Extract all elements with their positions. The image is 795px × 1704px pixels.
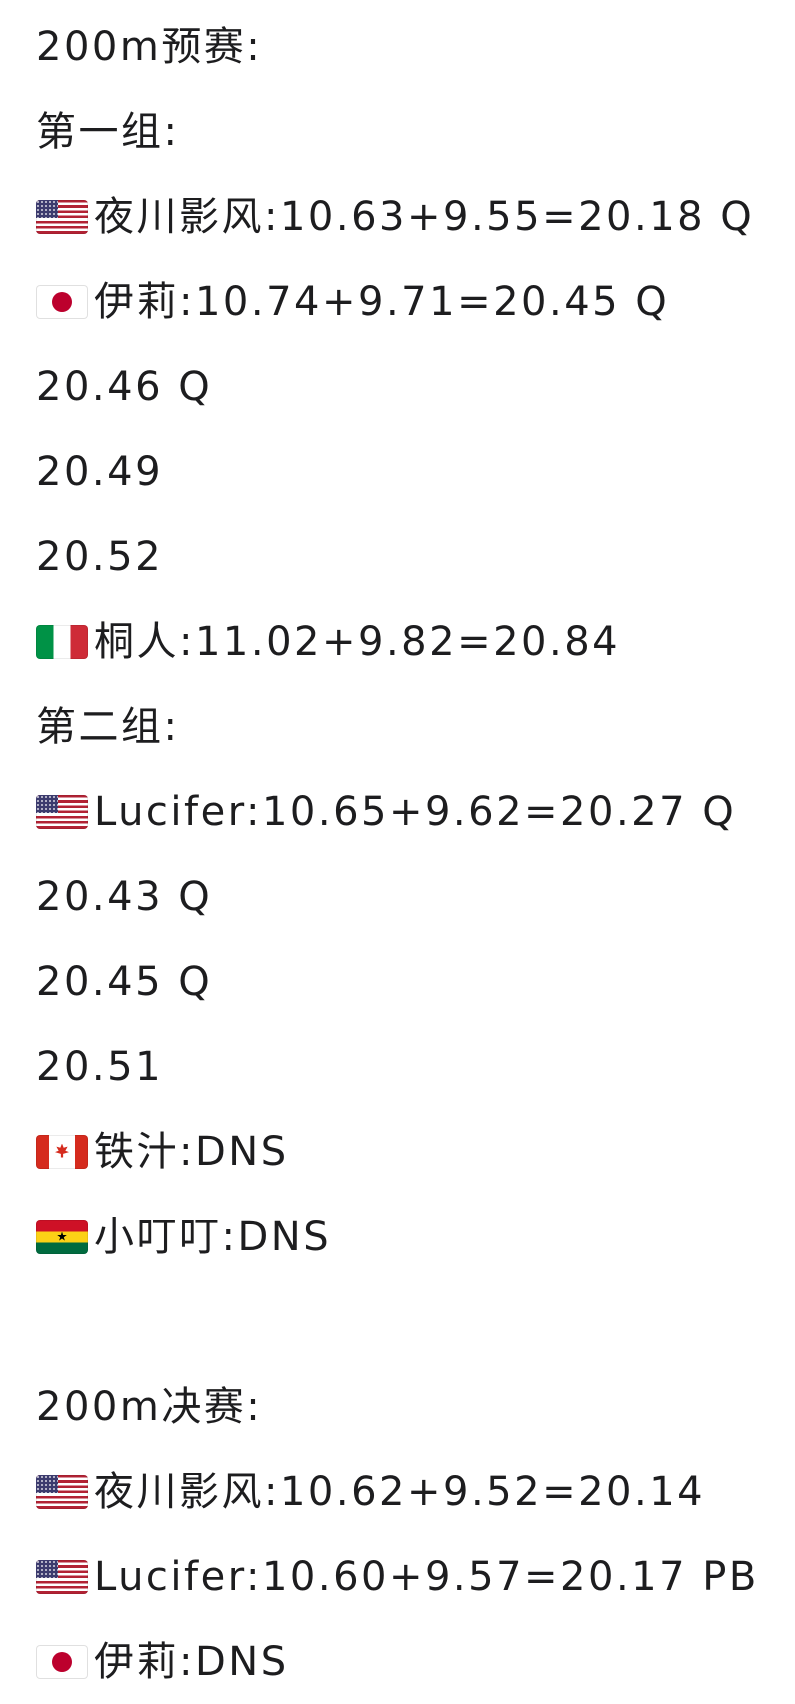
line-text: 伊莉:DNS [94, 1638, 289, 1685]
result-line: 20.45 Q [36, 939, 795, 1024]
line-text: 夜川影风:10.62+9.52=20.14 [94, 1468, 706, 1515]
line-text: Lucifer:10.60+9.57=20.17 PB [94, 1553, 759, 1600]
heat-group-1-heading: 第一组: [36, 89, 795, 174]
results-document: 200m预赛: 第一组: 夜川影风:10.63+9.55=20.18 Q 伊莉:… [0, 0, 795, 1703]
us-flag-icon [36, 1474, 88, 1509]
line-text: 20.52 [36, 533, 164, 580]
result-line: 20.46 Q [36, 344, 795, 429]
line-text: 20.51 [36, 1043, 164, 1090]
line-text: 200m预赛: [36, 23, 263, 70]
result-line: 伊莉:10.74+9.71=20.45 Q [36, 259, 795, 344]
us-flag-icon [36, 199, 88, 234]
result-line: 20.51 [36, 1024, 795, 1109]
heading-200m-heats: 200m预赛: [36, 4, 795, 89]
line-text: 小叮叮:DNS [94, 1213, 332, 1260]
italy-flag-icon [36, 624, 88, 659]
result-line: Lucifer:10.60+9.57=20.17 PB [36, 1534, 795, 1619]
line-text: 第二组: [36, 703, 180, 750]
line-text: 200m决赛: [36, 1383, 263, 1430]
line-text: 夜川影风:10.63+9.55=20.18 Q [94, 193, 755, 240]
canada-flag-icon [36, 1134, 88, 1169]
result-line: 20.52 [36, 514, 795, 599]
line-text: 20.45 Q [36, 958, 213, 1005]
result-line: 夜川影风:10.62+9.52=20.14 [36, 1449, 795, 1534]
japan-flag-icon [36, 1644, 88, 1679]
heading-200m-final: 200m决赛: [36, 1364, 795, 1449]
japan-flag-icon [36, 284, 88, 319]
result-line: 小叮叮:DNS [36, 1194, 795, 1279]
line-text: Lucifer:10.65+9.62=20.27 Q [94, 788, 737, 835]
line-text: 桐人:11.02+9.82=20.84 [94, 618, 621, 665]
us-flag-icon [36, 1559, 88, 1594]
line-text: 20.49 [36, 448, 164, 495]
result-line: 伊莉:DNS [36, 1619, 795, 1704]
blank-spacer [36, 1279, 795, 1364]
result-line: Lucifer:10.65+9.62=20.27 Q [36, 769, 795, 854]
line-text: 第一组: [36, 108, 180, 155]
line-text: 伊莉:10.74+9.71=20.45 Q [94, 278, 670, 325]
result-line: 桐人:11.02+9.82=20.84 [36, 599, 795, 684]
result-line: 20.49 [36, 429, 795, 514]
line-text: 20.46 Q [36, 363, 213, 410]
result-line: 夜川影风:10.63+9.55=20.18 Q [36, 174, 795, 259]
heat-group-2-heading: 第二组: [36, 684, 795, 769]
us-flag-icon [36, 794, 88, 829]
result-line: 20.43 Q [36, 854, 795, 939]
line-text: 20.43 Q [36, 873, 213, 920]
ghana-flag-icon [36, 1219, 88, 1254]
result-line: 铁汁:DNS [36, 1109, 795, 1194]
line-text: 铁汁:DNS [94, 1128, 289, 1175]
